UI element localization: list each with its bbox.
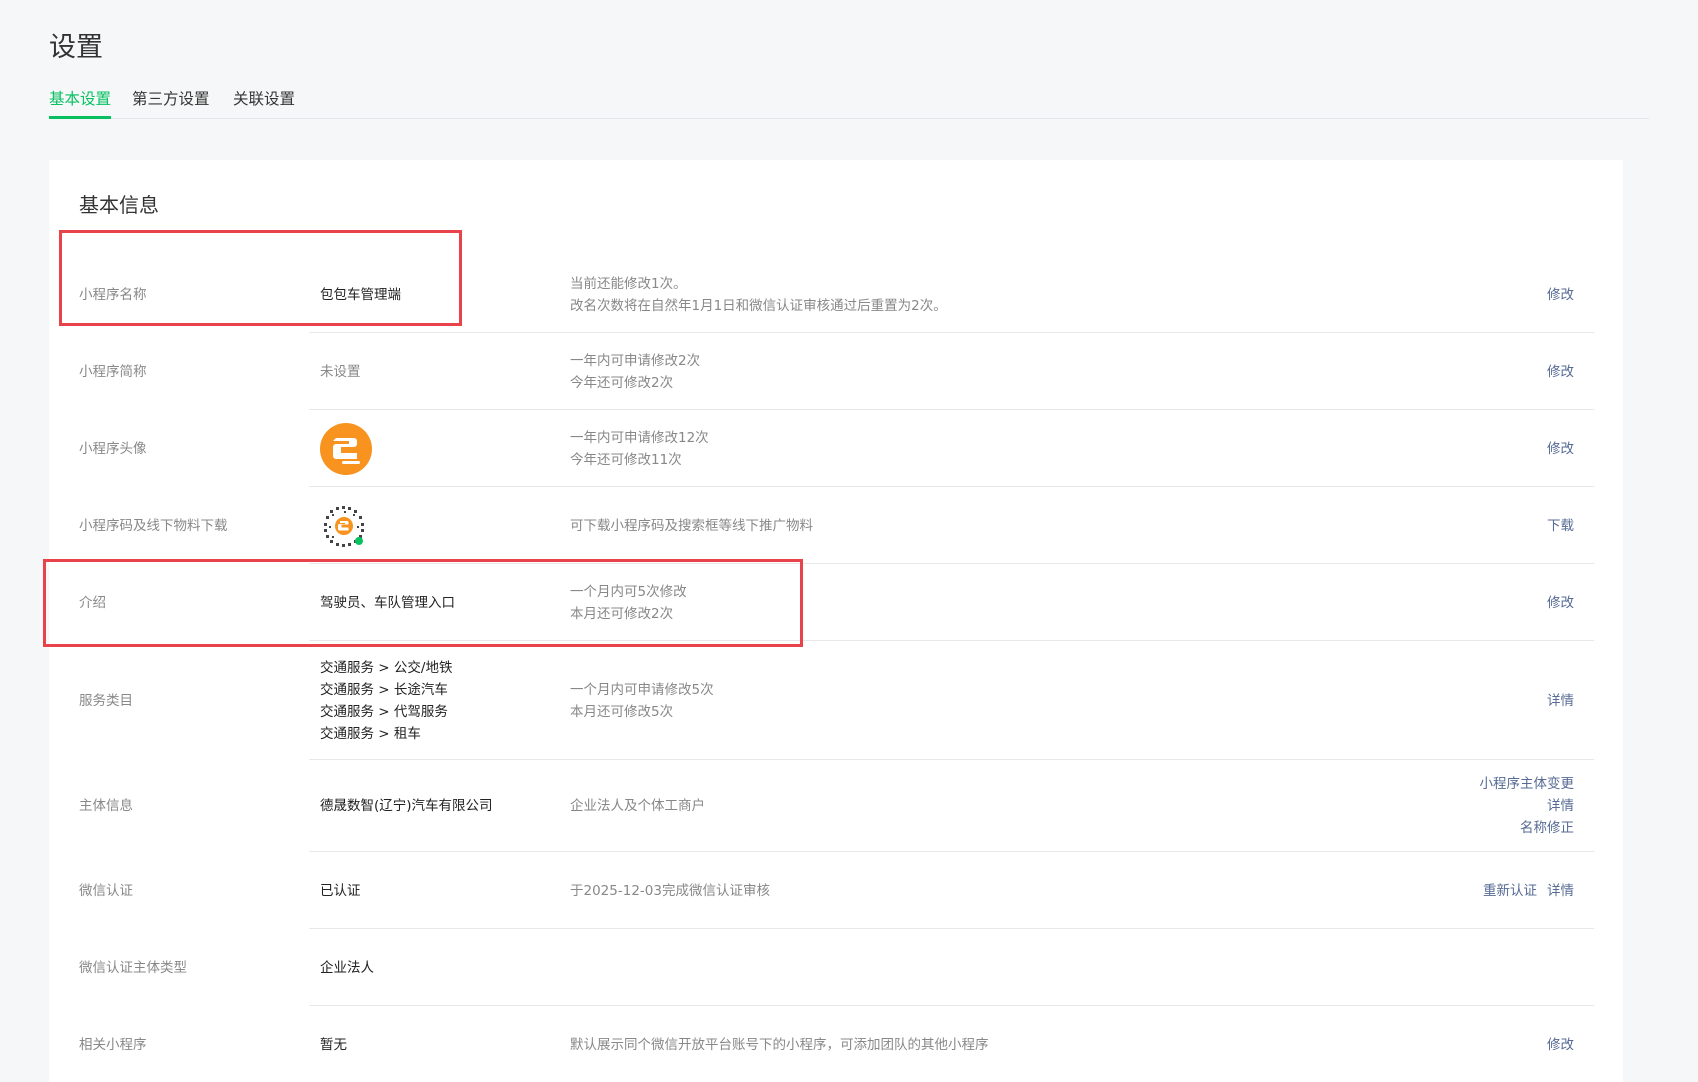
desc-line: 可下载小程序码及搜索框等线下推广物料 — [570, 517, 813, 534]
row-actions: 详情 — [1547, 690, 1574, 712]
verification-status-value: 已认证 — [320, 882, 361, 899]
row-actions: 重新认证 详情 — [1483, 880, 1574, 902]
reverify-link[interactable]: 重新认证 — [1483, 883, 1537, 899]
verification-details-link[interactable]: 详情 — [1547, 883, 1574, 899]
row-description: 一年内可申请修改2次 今年还可修改2次 — [570, 350, 700, 394]
basic-info-card: 基本信息 小程序名称 包包车管理端 当前还能修改1次。 改名次数将在自然年1月1… — [49, 160, 1623, 1082]
row-label: 小程序码及线下物料下载 — [79, 517, 228, 534]
edit-related-mini-programs-link[interactable]: 修改 — [1547, 1037, 1574, 1053]
category-item: 交通服务 > 公交/地铁 — [320, 659, 453, 676]
tab-basic-settings[interactable]: 基本设置 — [49, 88, 112, 119]
edit-short-name-link[interactable]: 修改 — [1547, 364, 1574, 380]
row-mini-program-name: 小程序名称 包包车管理端 当前还能修改1次。 改名次数将在自然年1月1日和微信认… — [49, 256, 1623, 333]
related-mini-programs-value: 暂无 — [320, 1036, 347, 1053]
row-label: 小程序简称 — [79, 363, 147, 380]
row-actions: 修改 — [1547, 361, 1574, 383]
tab-bar: 基本设置 第三方设置 关联设置 — [49, 86, 1649, 119]
row-mini-program-code: 小程序码及线下物料下载 可下载小程序码及搜索框等线下推广物料 下载 — [49, 487, 1623, 564]
row-label: 微信认证主体类型 — [79, 959, 187, 976]
row-actions: 修改 — [1547, 592, 1574, 614]
desc-line: 本月还可修改2次 — [570, 605, 674, 622]
row-actions: 修改 — [1547, 284, 1574, 306]
section-title: 基本信息 — [79, 193, 159, 217]
row-description: 一年内可申请修改12次 今年还可修改11次 — [570, 427, 709, 471]
app-avatar-icon — [320, 422, 372, 475]
row-label: 介绍 — [79, 594, 106, 611]
row-actions: 下载 — [1547, 515, 1574, 537]
desc-line: 于2025-12-03完成微信认证审核 — [570, 882, 770, 899]
tab-third-party-settings[interactable]: 第三方设置 — [132, 88, 210, 118]
settings-page: 设置 基本设置 第三方设置 关联设置 基本信息 小程序名称 包包车管理端 当前还… — [0, 0, 1698, 1082]
row-label: 相关小程序 — [79, 1036, 147, 1053]
row-short-name: 小程序简称 未设置 一年内可申请修改2次 今年还可修改2次 修改 — [49, 333, 1623, 410]
category-item: 交通服务 > 长途汽车 — [320, 681, 448, 698]
desc-line: 一年内可申请修改12次 — [570, 429, 709, 446]
desc-line: 企业法人及个体工商户 — [570, 798, 705, 814]
entity-name-value: 德晟数智(辽宁)汽车有限公司 — [320, 798, 493, 814]
desc-line: 改名次数将在自然年1月1日和微信认证审核通过后重置为2次。 — [570, 297, 947, 314]
row-label: 微信认证 — [79, 882, 133, 899]
short-name-value: 未设置 — [320, 363, 361, 380]
row-label: 小程序名称 — [79, 286, 147, 303]
desc-line: 一个月内可5次修改 — [570, 583, 687, 600]
row-label: 服务类目 — [79, 692, 133, 709]
edit-introduction-link[interactable]: 修改 — [1547, 595, 1574, 611]
row-description: 一个月内可申请修改5次 本月还可修改5次 — [570, 679, 714, 723]
desc-line: 本月还可修改5次 — [570, 703, 674, 720]
edit-avatar-link[interactable]: 修改 — [1547, 441, 1574, 457]
entity-details-link[interactable]: 详情 — [1480, 795, 1574, 817]
desc-line: 默认展示同个微信开放平台账号下的小程序，可添加团队的其他小程序 — [570, 1036, 989, 1053]
page-title: 设置 — [49, 32, 103, 63]
desc-line: 一年内可申请修改2次 — [570, 352, 701, 369]
row-description: 可下载小程序码及搜索框等线下推广物料 — [570, 515, 813, 537]
row-verification-entity-type: 微信认证主体类型 企业法人 — [49, 929, 1623, 1006]
row-actions: 修改 — [1547, 438, 1574, 460]
row-entity-info: 主体信息 德晟数智(辽宁)汽车有限公司 企业法人及个体工商户 小程序主体变更 详… — [49, 760, 1623, 852]
edit-name-link[interactable]: 修改 — [1547, 287, 1574, 303]
desc-line: 今年还可修改11次 — [570, 451, 682, 468]
row-actions: 修改 — [1547, 1034, 1574, 1056]
service-category-list: 交通服务 > 公交/地铁 交通服务 > 长途汽车 交通服务 > 代驾服务 交通服… — [320, 657, 452, 745]
download-code-link[interactable]: 下载 — [1547, 518, 1574, 534]
service-category-details-link[interactable]: 详情 — [1547, 693, 1574, 709]
desc-line: 一个月内可申请修改5次 — [570, 681, 714, 698]
row-description: 企业法人及个体工商户 — [570, 795, 705, 817]
mini-program-code-icon — [321, 502, 367, 549]
entity-change-link[interactable]: 小程序主体变更 — [1480, 773, 1575, 795]
row-avatar: 小程序头像 一年内可申请修改12次 今年还可修改11次 修改 — [49, 410, 1623, 487]
name-correction-link[interactable]: 名称修正 — [1480, 817, 1574, 839]
row-introduction: 介绍 驾驶员、车队管理入口 一个月内可5次修改 本月还可修改2次 修改 — [49, 564, 1623, 641]
desc-line: 当前还能修改1次。 — [570, 275, 687, 292]
desc-line: 今年还可修改2次 — [570, 374, 674, 391]
mini-program-name-value: 包包车管理端 — [320, 286, 401, 303]
row-related-mini-programs: 相关小程序 暂无 默认展示同个微信开放平台账号下的小程序，可添加团队的其他小程序… — [49, 1006, 1623, 1082]
category-item: 交通服务 > 代驾服务 — [320, 703, 448, 720]
row-label: 主体信息 — [79, 798, 133, 814]
row-actions: 小程序主体变更 详情 名称修正 — [1480, 773, 1575, 839]
row-description: 默认展示同个微信开放平台账号下的小程序，可添加团队的其他小程序 — [570, 1034, 989, 1056]
entity-type-value: 企业法人 — [320, 959, 374, 976]
row-description: 于2025-12-03完成微信认证审核 — [570, 880, 770, 902]
row-description: 当前还能修改1次。 改名次数将在自然年1月1日和微信认证审核通过后重置为2次。 — [570, 273, 947, 317]
row-label: 小程序头像 — [79, 440, 147, 457]
tab-association-settings[interactable]: 关联设置 — [233, 88, 295, 118]
introduction-value: 驾驶员、车队管理入口 — [320, 594, 455, 611]
row-description: 一个月内可5次修改 本月还可修改2次 — [570, 581, 687, 625]
category-item: 交通服务 > 租车 — [320, 725, 421, 742]
row-wechat-verification: 微信认证 已认证 于2025-12-03完成微信认证审核 重新认证 详情 — [49, 852, 1623, 929]
row-service-category: 服务类目 交通服务 > 公交/地铁 交通服务 > 长途汽车 交通服务 > 代驾服… — [49, 641, 1623, 760]
